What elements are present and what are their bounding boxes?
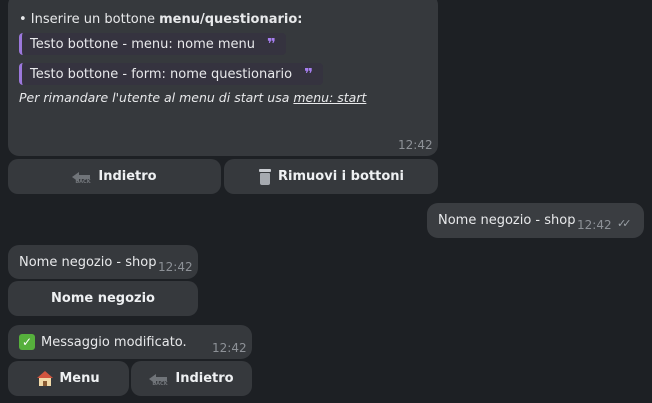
menu-button-label: Menu — [59, 371, 100, 386]
modified-message-bubble: ✓ Messaggio modificato. 12:42 — [8, 325, 252, 359]
remove-buttons-button[interactable]: Rimuovi i bottoni — [224, 159, 438, 194]
shop-name-button[interactable]: Nome negozio — [8, 281, 198, 316]
modified-message-line: ✓ Messaggio modificato. — [19, 334, 187, 350]
remove-buttons-label: Rimuovi i bottoni — [278, 169, 404, 184]
start-note: Per rimandare l'utente al menu di start … — [19, 90, 366, 105]
back-icon: BACK — [72, 170, 92, 185]
quote-menu-text: Testo bottone - menu: nome menu — [30, 36, 256, 52]
quote-form-text: Testo bottone - form: nome questionario — [30, 66, 293, 82]
shop-message-bubble: Nome negozio - shop 12:42 — [8, 245, 198, 279]
house-icon — [37, 371, 54, 386]
outgoing-message-text: Nome negozio - shop — [438, 213, 576, 228]
shop-message-text: Nome negozio - shop — [19, 255, 157, 270]
modified-message-text: Messaggio modificato. — [41, 334, 187, 350]
check-mark-button-icon: ✓ — [19, 334, 35, 350]
quote-mark-icon: ❞ — [267, 35, 276, 53]
shop-name-button-label: Nome negozio — [51, 291, 155, 306]
double-check-icon: ✓✓ — [617, 217, 632, 230]
message-time: 12:42 — [212, 341, 247, 355]
back-icon: BACK — [149, 372, 169, 387]
quote-form-format: Testo bottone - form: nome questionario … — [19, 63, 323, 85]
back-button[interactable]: BACK Indietro — [131, 361, 252, 396]
back-button[interactable]: BACK Indietro — [8, 159, 221, 194]
bullet-line: • Inserire un bottone menu/questionario: — [19, 12, 303, 27]
outgoing-message-bubble: Nome negozio - shop 12:42 ✓✓ — [427, 203, 644, 238]
start-note-text: Per rimandare l'utente al menu di start … — [19, 90, 294, 105]
instruction-message-bubble: • Inserire un bottone menu/questionario:… — [8, 0, 438, 156]
wastebasket-icon — [258, 168, 272, 185]
quote-menu-format: Testo bottone - menu: nome menu ❞ — [19, 33, 286, 55]
back-button-label: Indietro — [175, 371, 234, 386]
bullet-text: • Inserire un bottone — [19, 12, 160, 27]
message-time: 12:42 — [158, 260, 193, 274]
menu-button[interactable]: Menu — [8, 361, 129, 396]
quote-mark-icon: ❞ — [304, 65, 313, 83]
bullet-bold-text: menu/questionario: — [159, 12, 303, 27]
back-button-label: Indietro — [98, 169, 157, 184]
message-time: 12:42 — [398, 138, 433, 152]
menu-start-link[interactable]: menu: start — [293, 90, 366, 105]
message-time: 12:42 — [577, 218, 612, 232]
